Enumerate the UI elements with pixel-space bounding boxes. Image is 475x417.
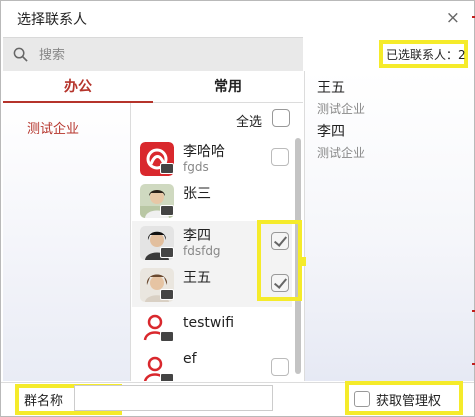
admin-checkbox[interactable]: [354, 391, 370, 407]
pc-online-icon: [160, 331, 174, 342]
close-icon[interactable]: ×: [446, 8, 460, 28]
contact-item[interactable]: ef: [132, 347, 292, 381]
selected-count-highlight: 已选联系人：2: [379, 40, 468, 68]
organization-pane: 测试企业: [3, 103, 131, 381]
contact-subtitle: fdsfdg: [183, 244, 221, 258]
contact-name: 王五: [183, 270, 211, 286]
group-name-label: 群名称: [24, 394, 64, 409]
selected-contact[interactable]: 李四 测试企业: [317, 121, 365, 161]
select-all-checkbox[interactable]: [272, 109, 290, 127]
contact-name: 李四: [183, 228, 211, 244]
selected-contact[interactable]: 王五 测试企业: [317, 77, 365, 117]
tab-common[interactable]: 常用: [153, 73, 303, 103]
tab-bar: 办公 常用: [3, 73, 303, 103]
group-name-input[interactable]: [74, 385, 273, 411]
selected-contact-name: 李四: [317, 124, 345, 140]
get-admin-option[interactable]: 获取管理权: [345, 381, 463, 415]
selected-count-label: 已选联系人：2: [386, 48, 466, 62]
dialog-title: 选择联系人: [17, 12, 87, 28]
selected-contact-org: 测试企业: [317, 102, 366, 116]
title-bar: 选择联系人 ×: [1, 1, 474, 37]
pc-online-icon: [160, 247, 174, 258]
contact-item[interactable]: 李哈哈 fgds: [132, 137, 292, 181]
highlight-connector: [300, 257, 306, 266]
search-input[interactable]: [39, 44, 289, 66]
search-bar: [3, 37, 303, 71]
pc-online-icon: [160, 205, 174, 216]
selected-contacts-pane: 王五 测试企业 李四 测试企业: [304, 71, 474, 381]
checked-items-highlight: [257, 220, 302, 301]
selected-contact-name: 王五: [317, 80, 345, 96]
contact-name: ef: [183, 351, 197, 367]
pc-online-icon: [160, 373, 174, 381]
contact-checkbox[interactable]: [271, 148, 289, 166]
contact-name: 李哈哈: [183, 144, 225, 160]
contact-item[interactable]: 张三: [132, 179, 292, 223]
pc-online-icon: [160, 163, 174, 174]
tab-office[interactable]: 办公: [3, 73, 153, 103]
contact-name: 张三: [183, 186, 211, 202]
contact-item[interactable]: testwifi: [132, 305, 292, 349]
select-all-label: 全选: [236, 115, 263, 130]
admin-label: 获取管理权: [376, 394, 442, 409]
search-icon: [13, 47, 28, 62]
contact-checkbox[interactable]: [271, 358, 289, 376]
contact-name: testwifi: [183, 315, 235, 331]
contact-subtitle: fgds: [183, 160, 209, 174]
pc-online-icon: [160, 289, 174, 300]
selected-contact-org: 测试企业: [317, 146, 366, 160]
organization-item[interactable]: 测试企业: [27, 118, 79, 137]
